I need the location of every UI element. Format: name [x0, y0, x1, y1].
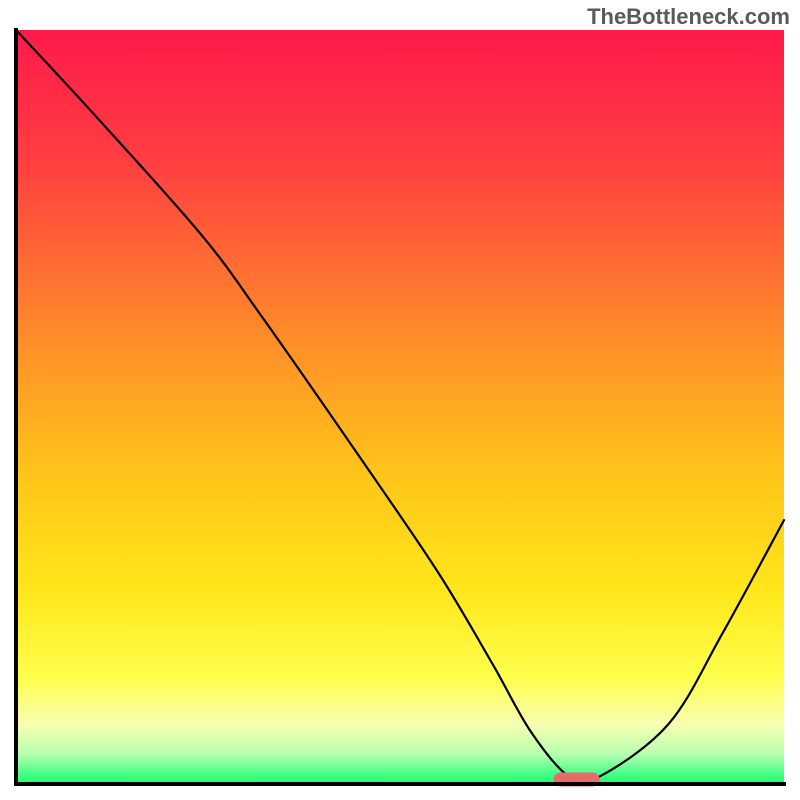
watermark-text: TheBottleneck.com [587, 4, 790, 30]
bottleneck-chart: TheBottleneck.com [0, 0, 800, 800]
chart-svg [0, 0, 800, 800]
chart-background [16, 30, 784, 784]
